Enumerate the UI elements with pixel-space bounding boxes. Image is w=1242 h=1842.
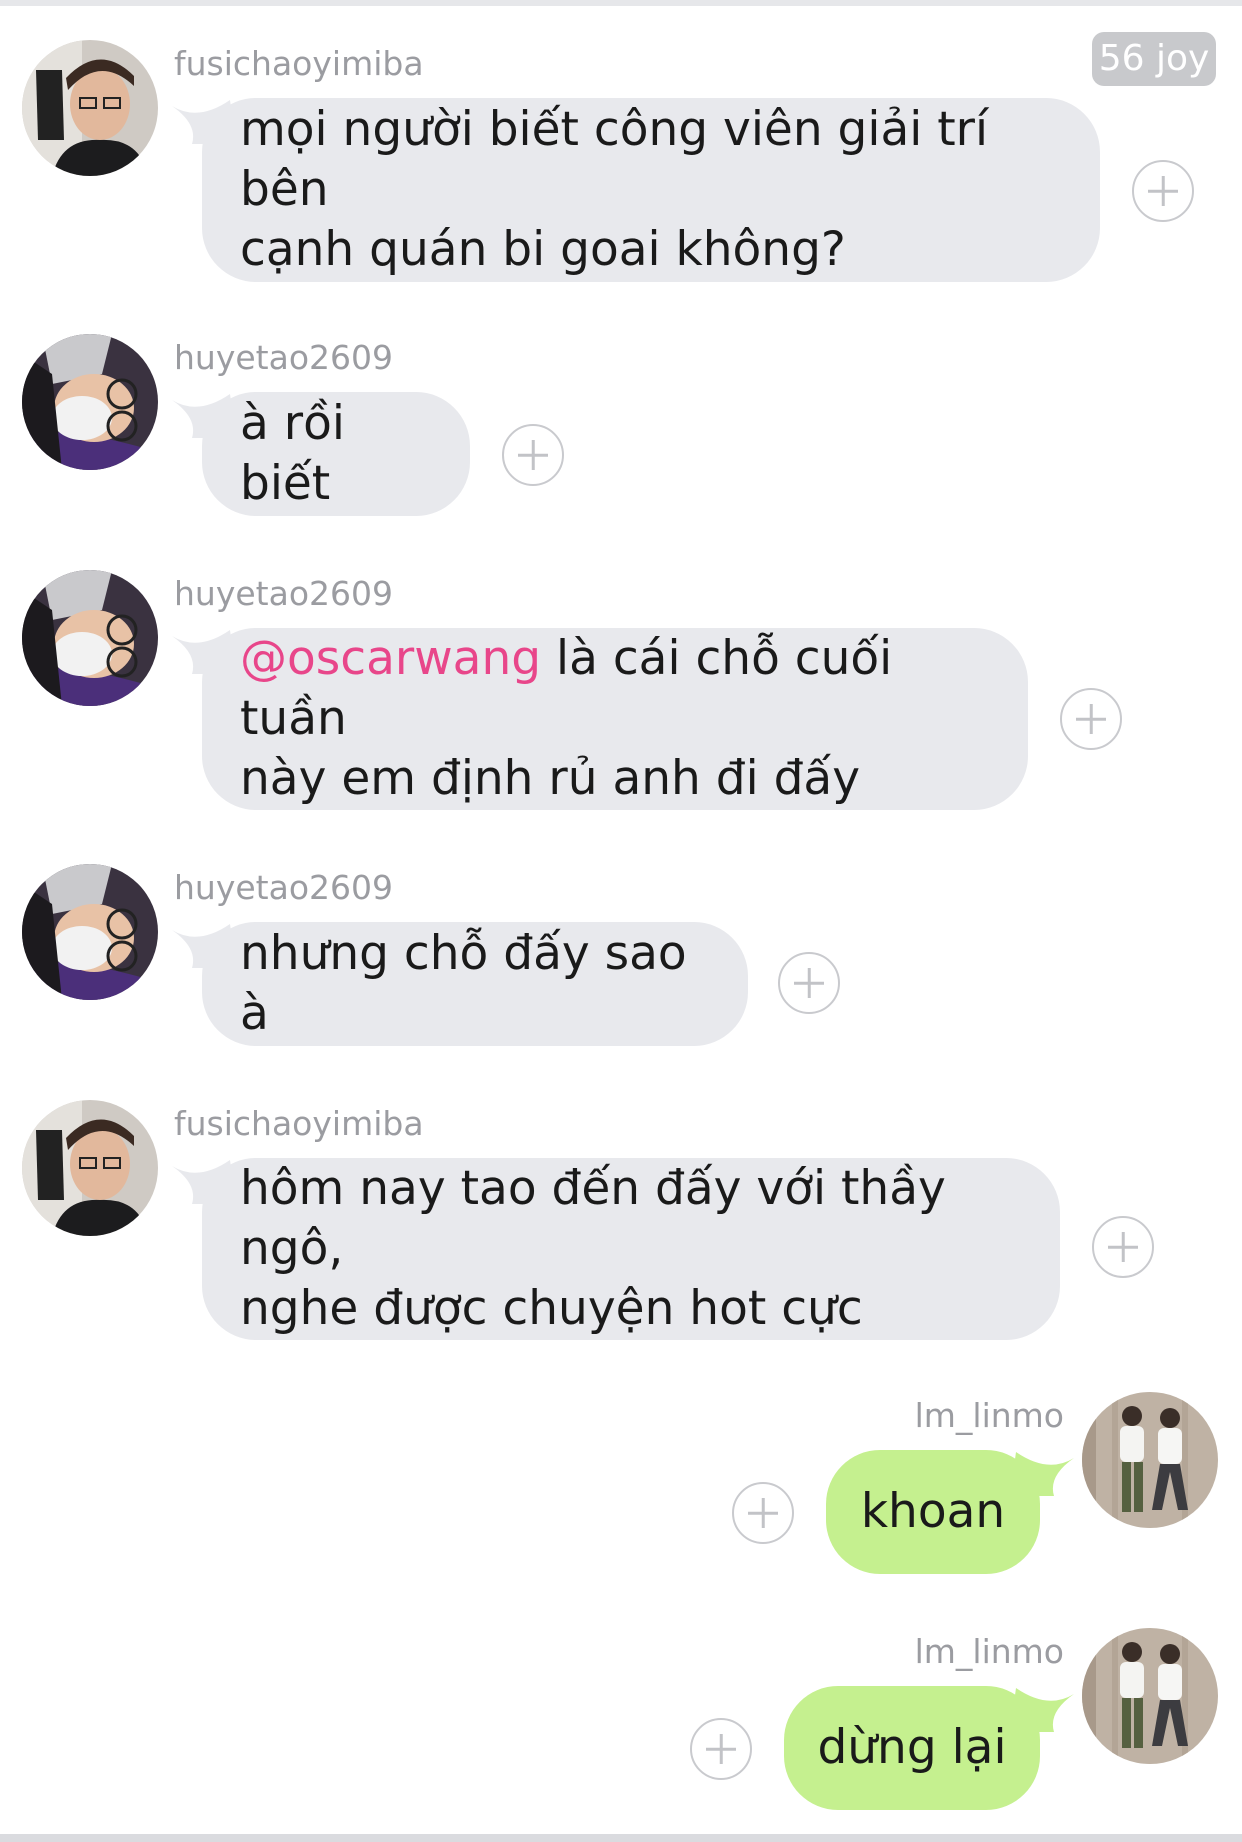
avatar-fusichaoyimiba[interactable]: [22, 40, 158, 176]
message-text: à rồi biết: [240, 396, 345, 511]
message-bubble[interactable]: mọi người biết công viên giải trí bên cạ…: [202, 98, 1100, 282]
message-text: nhưng chỗ đấy sao à: [240, 926, 687, 1041]
username: fusichaoyimiba: [174, 44, 424, 83]
username: huyetao2609: [174, 868, 393, 907]
user-photo-two-people-icon: [1082, 1392, 1218, 1528]
message-text: khoan: [860, 1484, 1006, 1539]
message-bubble-outgoing[interactable]: dừng lại: [784, 1686, 1040, 1810]
plus-circle-icon[interactable]: [502, 424, 564, 486]
message-text: hôm nay tao đến đấy với thầy ngô, nghe đ…: [240, 1161, 946, 1336]
joy-count-badge[interactable]: 56 joy: [1092, 32, 1216, 86]
user-photo-glasses-icon: [22, 1100, 158, 1236]
user-mention-link[interactable]: @oscarwang: [240, 631, 541, 686]
message-text: @oscarwang là cái chỗ cuối tuần này em đ…: [240, 629, 990, 809]
user-photo-glasses-icon: [22, 40, 158, 176]
plus-circle-icon[interactable]: [732, 1482, 794, 1544]
username: lm_linmo: [914, 1632, 1064, 1671]
user-photo-mask-icon: [22, 864, 158, 1000]
plus-circle-icon[interactable]: [1060, 688, 1122, 750]
user-photo-mask-icon: [22, 570, 158, 706]
avatar-huyetao2609[interactable]: [22, 864, 158, 1000]
avatar-lm-linmo[interactable]: [1082, 1392, 1218, 1528]
message-bubble-outgoing[interactable]: khoan: [826, 1450, 1040, 1574]
plus-circle-icon[interactable]: [778, 952, 840, 1014]
username: huyetao2609: [174, 338, 393, 377]
user-photo-mask-icon: [22, 334, 158, 470]
avatar-huyetao2609[interactable]: [22, 570, 158, 706]
username: lm_linmo: [914, 1396, 1064, 1435]
avatar-huyetao2609[interactable]: [22, 334, 158, 470]
bottom-divider: [0, 1834, 1242, 1842]
plus-circle-icon[interactable]: [1132, 160, 1194, 222]
avatar-fusichaoyimiba[interactable]: [22, 1100, 158, 1236]
username: fusichaoyimiba: [174, 1104, 424, 1143]
message-bubble[interactable]: hôm nay tao đến đấy với thầy ngô, nghe đ…: [202, 1158, 1060, 1340]
plus-circle-icon[interactable]: [690, 1718, 752, 1780]
message-bubble[interactable]: à rồi biết: [202, 392, 470, 516]
message-bubble[interactable]: @oscarwang là cái chỗ cuối tuần này em đ…: [202, 628, 1028, 810]
avatar-lm-linmo[interactable]: [1082, 1628, 1218, 1764]
message-text: dừng lại: [817, 1720, 1007, 1775]
plus-circle-icon[interactable]: [1092, 1216, 1154, 1278]
message-text: mọi người biết công viên giải trí bên cạ…: [240, 102, 989, 277]
user-photo-two-people-icon: [1082, 1628, 1218, 1764]
top-divider: [0, 0, 1242, 6]
username: huyetao2609: [174, 574, 393, 613]
message-bubble[interactable]: nhưng chỗ đấy sao à: [202, 922, 748, 1046]
